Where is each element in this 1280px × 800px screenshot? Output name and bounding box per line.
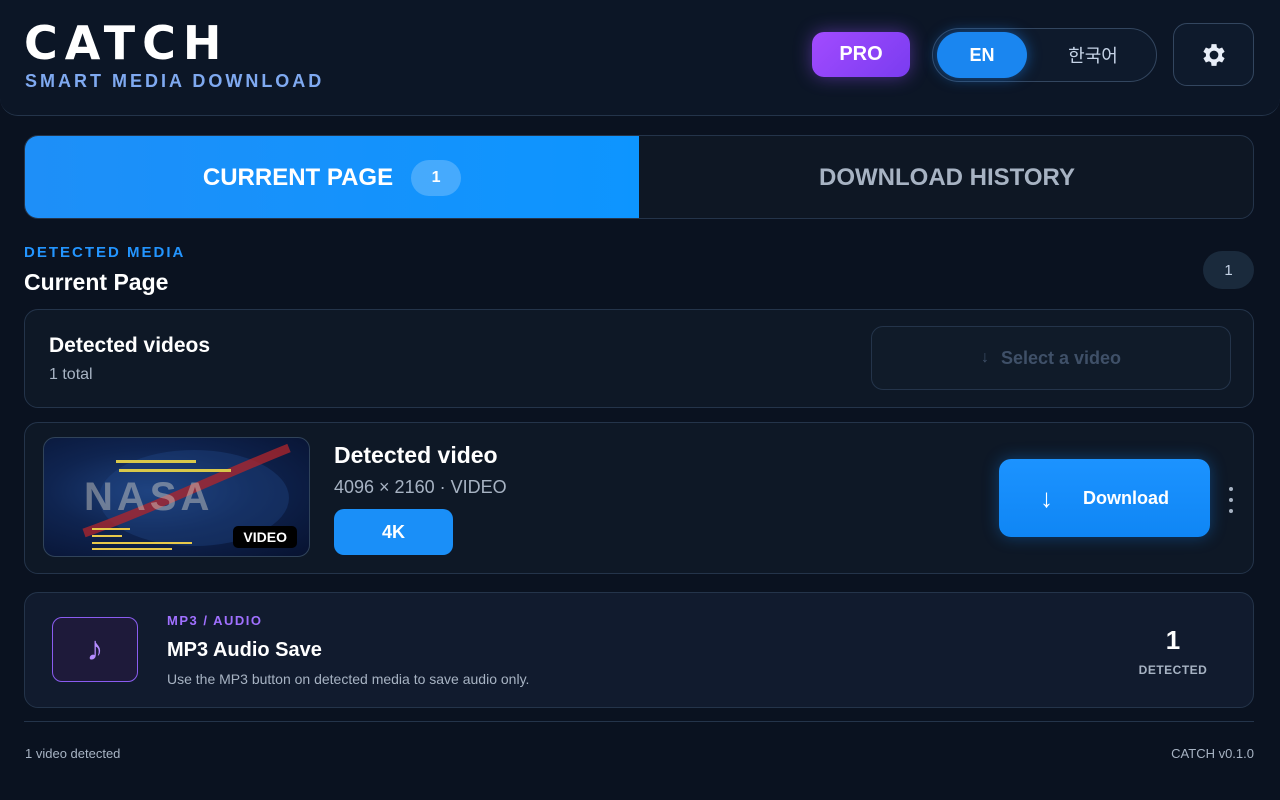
- download-button-label: Download: [1083, 487, 1169, 508]
- audio-detected-count: 1: [1165, 625, 1181, 655]
- language-option-ko[interactable]: 한국어: [1043, 32, 1143, 78]
- download-arrow-icon: ↓: [980, 349, 989, 366]
- audio-detected-label: DETECTED: [1138, 663, 1208, 677]
- audio-title: MP3 Audio Save: [167, 639, 322, 661]
- quality-chip-4k[interactable]: 4K: [334, 509, 453, 555]
- summary-title: Detected videos: [49, 334, 211, 357]
- settings-button[interactable]: [1173, 23, 1254, 86]
- video-item: NASA VIDEO Detected video 4096 × 2160 · …: [24, 422, 1254, 574]
- video-thumbnail[interactable]: NASA VIDEO: [43, 437, 310, 557]
- footer-status: 1 video detected: [25, 746, 121, 761]
- footer-version: CATCH v0.1.0: [1171, 746, 1254, 761]
- footer-divider: [24, 721, 1254, 722]
- video-type-badge: VIDEO: [233, 526, 297, 548]
- select-video-button[interactable]: ↓ Select a video: [871, 326, 1231, 390]
- gear-icon: [1202, 43, 1225, 66]
- download-button[interactable]: ↓ Download: [999, 459, 1210, 537]
- video-resolution: 4096 × 2160 · VIDEO: [334, 477, 507, 497]
- detected-videos-summary: Detected videos 1 total ↓ Select a video: [24, 309, 1254, 408]
- summary-total: 1 total: [49, 366, 93, 383]
- audio-kicker: MP3 / AUDIO: [167, 613, 263, 628]
- select-video-label: Select a video: [1000, 347, 1122, 368]
- app-header: CATCH SMART MEDIA DOWNLOAD PRO EN 한국어: [0, 0, 1280, 116]
- video-title: Detected video: [334, 442, 498, 468]
- more-vertical-icon[interactable]: [1221, 487, 1241, 513]
- svg-text:NASA: NASA: [84, 475, 213, 519]
- tab-bar: CURRENT PAGE 1 DOWNLOAD HISTORY: [24, 135, 1254, 219]
- brand-title: CATCH: [24, 16, 229, 70]
- tab-current-page-label: CURRENT PAGE: [202, 164, 394, 191]
- section-title: Current Page: [24, 269, 169, 295]
- section-count-badge: 1: [1203, 251, 1254, 289]
- language-toggle[interactable]: EN 한국어: [932, 28, 1157, 82]
- section-kicker: DETECTED MEDIA: [24, 244, 186, 261]
- music-note-icon: ♪: [52, 617, 138, 682]
- brand-subtitle: SMART MEDIA DOWNLOAD: [25, 71, 325, 91]
- tab-current-page[interactable]: CURRENT PAGE 1: [25, 136, 639, 218]
- pro-button[interactable]: PRO: [812, 32, 910, 77]
- download-arrow-icon: ↓: [1040, 482, 1053, 513]
- tab-count-badge: 1: [411, 160, 462, 196]
- tab-download-history[interactable]: DOWNLOAD HISTORY: [639, 136, 1253, 218]
- language-option-en[interactable]: EN: [937, 32, 1027, 78]
- mp3-audio-card: ♪ MP3 / AUDIO MP3 Audio Save Use the MP3…: [24, 592, 1254, 708]
- audio-description: Use the MP3 button on detected media to …: [167, 671, 530, 687]
